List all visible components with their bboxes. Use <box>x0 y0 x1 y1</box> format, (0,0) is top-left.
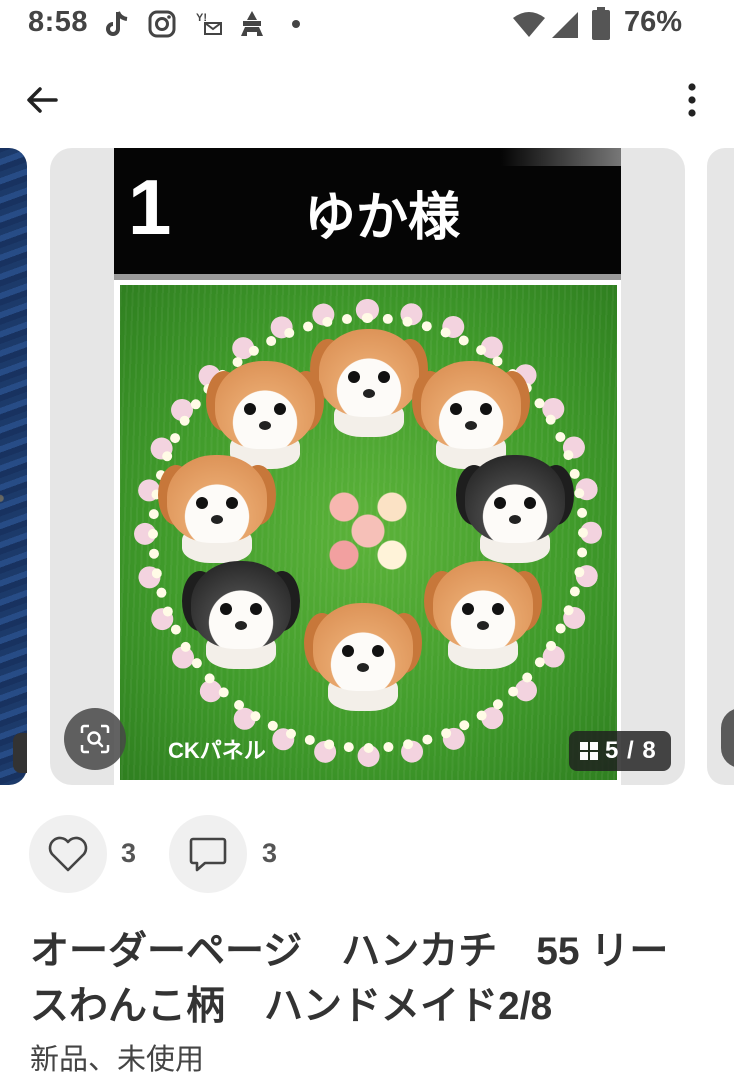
like-count: 3 <box>121 838 137 868</box>
puppy-top-left <box>206 361 324 469</box>
cell-signal-icon <box>552 12 578 38</box>
grass-background: CKパネル <box>120 285 617 780</box>
arrow-left-icon <box>27 87 58 113</box>
customer-name: ゆか様 <box>304 189 461 247</box>
dot-icon <box>292 20 300 28</box>
puppy-top <box>310 329 428 437</box>
product-condition: 新品、未使用 <box>30 1044 205 1076</box>
grid-icon <box>580 742 598 760</box>
next-image-card[interactable] <box>707 148 734 785</box>
comment-count: 3 <box>262 838 278 868</box>
previous-image-counter-fragment <box>13 733 27 773</box>
back-button[interactable] <box>22 80 66 120</box>
puppy-left <box>158 455 276 563</box>
puppy-top-right <box>412 361 530 469</box>
page-counter[interactable]: 5 / 8 <box>569 731 671 771</box>
more-options-button[interactable] <box>672 80 712 120</box>
image-carousel[interactable]: 1 ゆか様 CKパネル 5 / 8 <box>0 148 734 785</box>
more-vert-icon <box>688 83 696 117</box>
image-watermark: CKパネル <box>168 738 266 763</box>
product-image[interactable]: 1 ゆか様 CKパネル <box>114 148 621 785</box>
action-row: 3 3 <box>0 812 734 896</box>
like-button[interactable] <box>29 815 107 893</box>
order-number: 1 <box>128 163 172 251</box>
yahoo-mail-icon: Y! <box>196 12 222 35</box>
instagram-icon <box>148 10 176 38</box>
heart-outline-icon <box>48 836 88 872</box>
image-search-icon <box>80 724 110 754</box>
current-image-card[interactable]: 1 ゆか様 CKパネル 5 / 8 <box>50 148 685 785</box>
puppy-bottom <box>304 603 422 711</box>
status-bar: 8:58 Y! 76% <box>0 0 734 50</box>
page-counter-text: 5 / 8 <box>605 737 657 764</box>
puppy-right <box>456 455 574 563</box>
puppy-bottom-left <box>182 561 300 669</box>
castle-icon <box>241 11 263 36</box>
puppy-bottom-right <box>424 561 542 669</box>
previous-image-card[interactable] <box>0 148 27 785</box>
image-search-button[interactable] <box>64 708 126 770</box>
header-stripe <box>114 274 621 280</box>
status-time: 8:58 <box>28 6 89 38</box>
battery-percent: 76% <box>623 6 682 38</box>
app-bar <box>0 68 734 132</box>
wifi-icon <box>513 12 545 37</box>
header-shine <box>501 148 621 166</box>
tiktok-icon <box>106 11 128 36</box>
center-flowers <box>308 471 428 591</box>
comment-outline-icon <box>189 837 227 872</box>
battery-icon <box>592 7 610 40</box>
next-image-button-fragment <box>721 708 734 768</box>
product-title: オーダーページ ハンカチ 55 リースわんこ柄 ハンドメイド2/8 <box>30 930 669 1028</box>
image-header-band: 1 ゆか様 <box>114 148 621 280</box>
comment-button[interactable] <box>169 815 247 893</box>
